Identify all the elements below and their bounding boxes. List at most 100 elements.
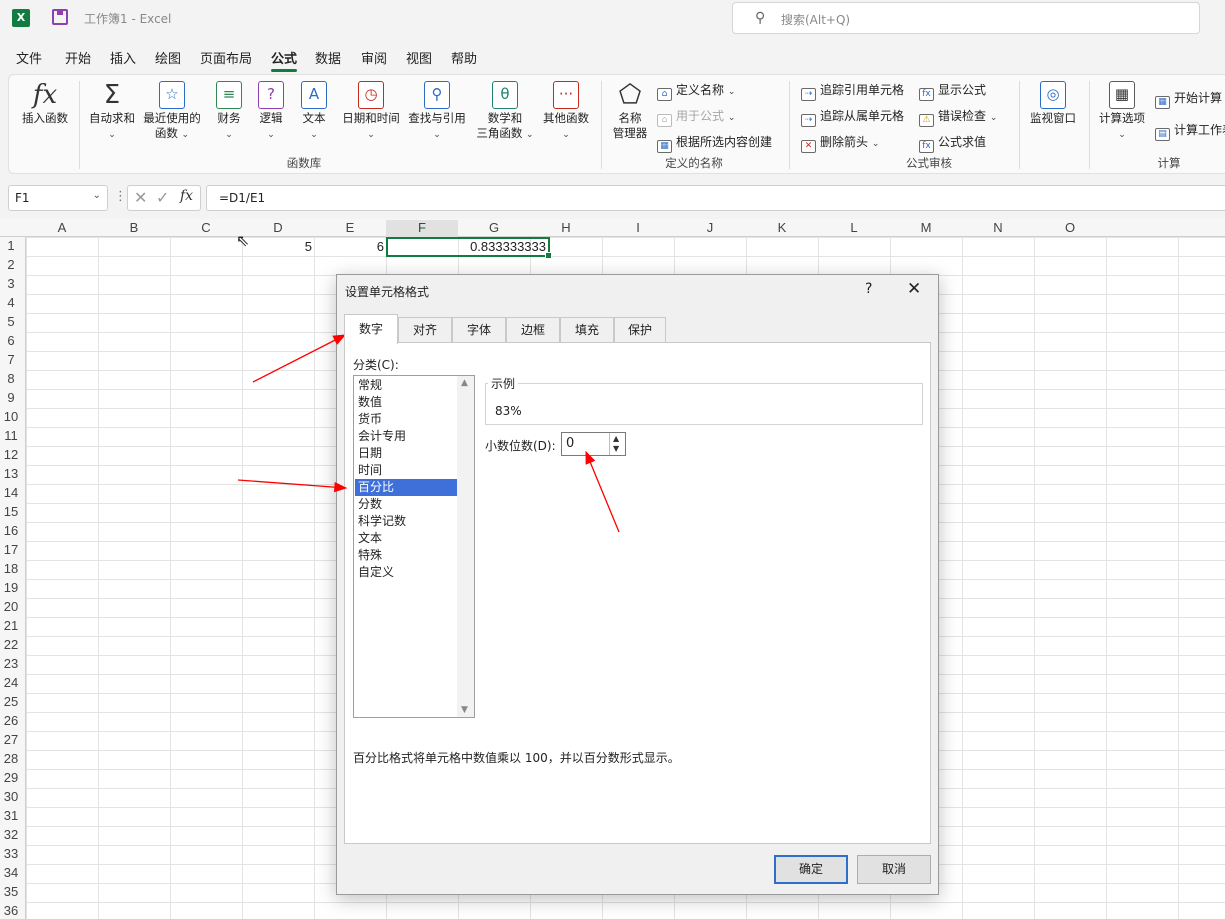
tab-review[interactable]: 审阅 <box>361 48 387 67</box>
column-header[interactable]: C <box>170 220 242 235</box>
row-header[interactable]: 10 <box>0 409 22 424</box>
category-item[interactable]: 分数 <box>355 496 457 513</box>
tab-file[interactable]: 文件 <box>16 48 42 67</box>
show-formulas-button[interactable]: fx 显示公式 <box>919 81 986 101</box>
check-icon[interactable]: ✓ <box>156 188 169 207</box>
save-icon[interactable] <box>52 9 68 25</box>
row-header[interactable]: 17 <box>0 542 22 557</box>
column-header[interactable]: I <box>602 220 674 235</box>
column-header[interactable]: G <box>458 220 530 235</box>
tab-border[interactable]: 边框 <box>506 317 560 343</box>
decimal-places-stepper[interactable]: 0 ▲ ▼ <box>561 432 626 456</box>
error-checking-button[interactable]: ⚠ 错误检查 ⌄ <box>919 107 997 127</box>
row-header[interactable]: 18 <box>0 561 22 576</box>
row-header[interactable]: 14 <box>0 485 22 500</box>
column-header[interactable]: F <box>386 220 458 239</box>
column-header[interactable]: K <box>746 220 818 235</box>
row-header[interactable]: 4 <box>0 295 22 310</box>
row-header[interactable]: 15 <box>0 504 22 519</box>
lookup-button[interactable]: ⚲ 查找与引用 ⌄ <box>405 81 469 143</box>
help-button[interactable]: ? <box>865 281 872 297</box>
row-header[interactable]: 3 <box>0 276 22 291</box>
row-header[interactable]: 9 <box>0 390 22 405</box>
cell-d1[interactable]: 5 <box>242 239 312 254</box>
column-header[interactable]: J <box>674 220 746 235</box>
scroll-up-icon[interactable]: ▲ <box>461 378 468 388</box>
trace-precedents-button[interactable]: ⇢ 追踪引用单元格 <box>801 81 904 101</box>
column-header[interactable]: E <box>314 220 386 235</box>
row-header[interactable]: 6 <box>0 333 22 348</box>
name-manager-button[interactable]: ⬠ 名称 管理器 <box>607 81 653 141</box>
chevron-down-icon[interactable]: ⌄ <box>93 190 101 201</box>
use-in-formula-button[interactable]: ⌂ 用于公式 ⌄ <box>657 107 735 127</box>
tab-data[interactable]: 数据 <box>315 48 341 67</box>
category-item[interactable]: 会计专用 <box>355 428 457 445</box>
cancel-icon[interactable]: ✕ <box>134 188 147 207</box>
column-header[interactable]: M <box>890 220 962 235</box>
tab-formulas[interactable]: 公式 <box>271 48 298 72</box>
insert-function-button[interactable]: fx 插入函数 <box>19 81 71 126</box>
category-item[interactable]: 货币 <box>355 411 457 428</box>
row-header[interactable]: 8 <box>0 371 22 386</box>
row-header[interactable]: 26 <box>0 713 22 728</box>
cell-e1[interactable]: 6 <box>314 239 384 254</box>
scroll-down-icon[interactable]: ▼ <box>461 705 468 715</box>
category-item[interactable]: 百分比 <box>355 479 457 496</box>
row-header[interactable]: 16 <box>0 523 22 538</box>
row-header[interactable]: 13 <box>0 466 22 481</box>
column-header[interactable]: H <box>530 220 602 235</box>
column-header[interactable]: D <box>242 220 314 235</box>
more-functions-button[interactable]: ··· 其他函数 ⌄ <box>539 81 593 143</box>
row-header[interactable]: 29 <box>0 770 22 785</box>
column-header[interactable]: N <box>962 220 1034 235</box>
column-header[interactable]: A <box>26 220 98 235</box>
insert-function-icon[interactable]: fx <box>180 188 193 204</box>
row-header[interactable]: 33 <box>0 846 22 861</box>
row-header[interactable]: 22 <box>0 637 22 652</box>
row-header[interactable]: 25 <box>0 694 22 709</box>
category-item[interactable]: 文本 <box>355 530 457 547</box>
tab-number[interactable]: 数字 <box>344 314 398 344</box>
ok-button[interactable]: 确定 <box>774 855 848 884</box>
spin-buttons[interactable]: ▲ ▼ <box>609 433 625 455</box>
row-header[interactable]: 23 <box>0 656 22 671</box>
category-item[interactable]: 数值 <box>355 394 457 411</box>
tab-page-layout[interactable]: 页面布局 <box>200 48 252 67</box>
category-item[interactable]: 科学记数 <box>355 513 457 530</box>
formula-input[interactable]: =D1/E1 <box>206 185 1225 211</box>
row-header[interactable]: 19 <box>0 580 22 595</box>
row-header[interactable]: 11 <box>0 428 22 443</box>
column-header[interactable]: O <box>1034 220 1106 235</box>
row-header[interactable]: 5 <box>0 314 22 329</box>
calculate-now-button[interactable]: ▦ 开始计算 <box>1155 89 1222 109</box>
tab-draw[interactable]: 绘图 <box>155 48 181 67</box>
row-header[interactable]: 2 <box>0 257 22 272</box>
row-header[interactable]: 32 <box>0 827 22 842</box>
tab-alignment[interactable]: 对齐 <box>398 317 452 343</box>
close-button[interactable]: ✕ <box>907 279 921 299</box>
datetime-button[interactable]: ◷ 日期和时间 ⌄ <box>339 81 403 143</box>
category-item[interactable]: 时间 <box>355 462 457 479</box>
tab-fill[interactable]: 填充 <box>560 317 614 343</box>
row-header[interactable]: 30 <box>0 789 22 804</box>
trace-dependents-button[interactable]: ⇢ 追踪从属单元格 <box>801 107 904 127</box>
autosum-button[interactable]: Σ 自动求和 ⌄ <box>85 81 139 143</box>
remove-arrows-button[interactable]: ✕ 删除箭头 ⌄ <box>801 133 879 153</box>
tab-view[interactable]: 视图 <box>406 48 432 67</box>
financial-button[interactable]: ≡ 财务 ⌄ <box>209 81 249 143</box>
row-header[interactable]: 28 <box>0 751 22 766</box>
row-header[interactable]: 12 <box>0 447 22 462</box>
decrement-icon[interactable]: ▼ <box>613 444 619 453</box>
row-header[interactable]: 20 <box>0 599 22 614</box>
row-header[interactable]: 7 <box>0 352 22 367</box>
row-header[interactable]: 31 <box>0 808 22 823</box>
evaluate-formula-button[interactable]: fx 公式求值 <box>919 133 986 153</box>
row-header[interactable]: 24 <box>0 675 22 690</box>
text-functions-button[interactable]: A 文本 ⌄ <box>296 81 332 143</box>
tab-font[interactable]: 字体 <box>452 317 506 343</box>
calculation-options-button[interactable]: ▦ 计算选项 ⌄ <box>1095 81 1149 143</box>
row-header[interactable]: 1 <box>0 238 22 253</box>
category-item[interactable]: 自定义 <box>355 564 457 581</box>
list-scrollbar[interactable]: ▲ ▼ <box>457 376 474 717</box>
recent-functions-button[interactable]: ☆ 最近使用的 函数 ⌄ <box>141 81 203 143</box>
